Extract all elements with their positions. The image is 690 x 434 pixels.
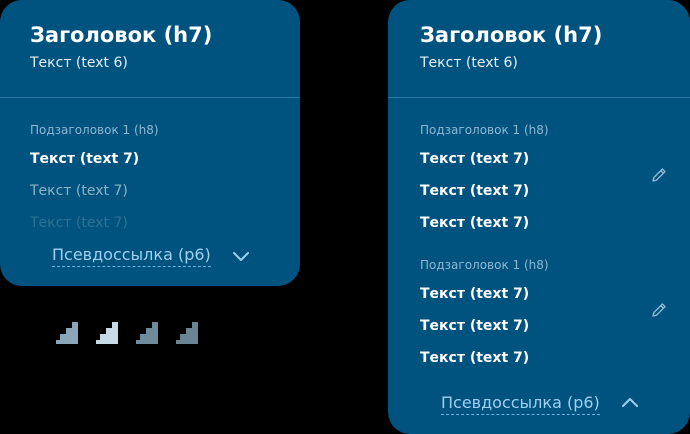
list-item: Текст (text 7)	[420, 350, 530, 366]
card-title: Заголовок (h7)	[420, 23, 603, 47]
card-title: Заголовок (h7)	[30, 23, 213, 47]
divider	[388, 97, 690, 98]
corner-indicator-icon	[96, 322, 118, 344]
list-item: Текст (text 7)	[30, 183, 128, 199]
section-subheading: Подзаголовок 1 (h8)	[420, 258, 549, 272]
show-more-link[interactable]: Псевдоссылка (p6)	[52, 245, 211, 267]
list-item: Текст (text 7)	[420, 286, 530, 302]
card-header: Заголовок (h7) Текст (text 6)	[0, 0, 300, 75]
corner-indicator-icon	[136, 322, 158, 344]
list-item: Текст (text 7)	[420, 318, 530, 334]
chevron-up-icon[interactable]	[621, 397, 639, 409]
corner-indicator-icon	[56, 322, 78, 344]
pencil-icon[interactable]	[650, 166, 668, 184]
card-subtitle: Текст (text 6)	[30, 55, 128, 71]
expanded-card: Заголовок (h7) Текст (text 6) Подзаголов…	[388, 0, 690, 434]
list-item: Текст (text 7)	[420, 151, 530, 167]
collapsed-card: Заголовок (h7) Текст (text 6) Подзаголов…	[0, 0, 300, 286]
list-item: Текст (text 7)	[420, 215, 530, 231]
section-subheading: Подзаголовок 1 (h8)	[420, 123, 549, 137]
show-less-link[interactable]: Псевдоссылка (p6)	[441, 393, 600, 415]
list-item: Текст (text 7)	[30, 215, 128, 231]
list-item: Текст (text 7)	[30, 151, 140, 167]
list-item: Текст (text 7)	[420, 183, 530, 199]
divider	[0, 97, 300, 98]
card-header: Заголовок (h7) Текст (text 6)	[388, 0, 690, 75]
pencil-icon[interactable]	[650, 301, 668, 319]
card-subtitle: Текст (text 6)	[420, 55, 518, 71]
corner-indicator-icon	[176, 322, 198, 344]
section-subheading: Подзаголовок 1 (h8)	[30, 123, 159, 137]
chevron-down-icon[interactable]	[232, 250, 250, 262]
